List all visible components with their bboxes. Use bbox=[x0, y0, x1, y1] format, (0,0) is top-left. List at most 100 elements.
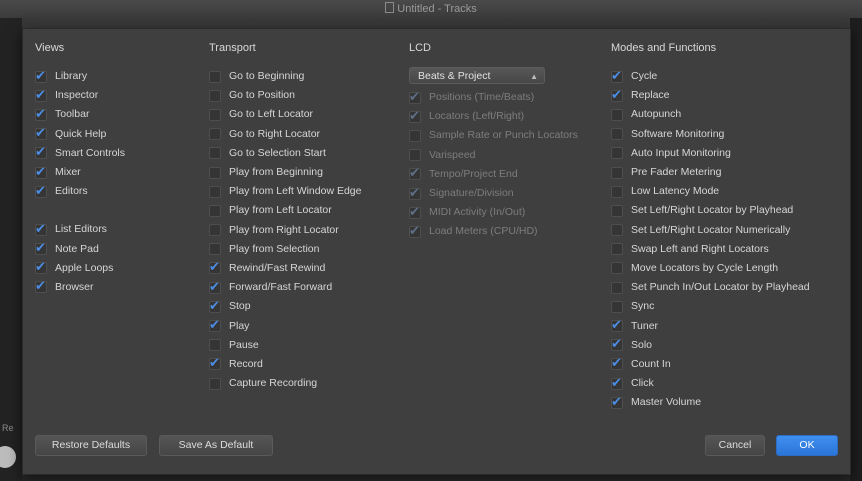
checkbox-row-toolbar[interactable]: Toolbar bbox=[35, 105, 205, 124]
checkbox-row-autopunch[interactable]: Autopunch bbox=[611, 105, 843, 124]
checkbox-unchecked-icon[interactable] bbox=[611, 281, 623, 294]
checkbox-row-smart-controls[interactable]: Smart Controls bbox=[35, 143, 205, 163]
checkbox-row-forward-fast-forward[interactable]: Forward/Fast Forward bbox=[209, 278, 399, 297]
checkbox-row-go-to-beginning[interactable]: Go to Beginning bbox=[209, 67, 399, 86]
checkbox-row-list-editors[interactable]: List Editors bbox=[35, 220, 205, 239]
checkbox-row-go-to-right-locator[interactable]: Go to Right Locator bbox=[209, 125, 399, 144]
checkbox-checked-icon[interactable] bbox=[35, 163, 47, 182]
checkbox-unchecked-icon[interactable] bbox=[409, 129, 421, 142]
checkbox-row-midi-activity-in-out[interactable]: MIDI Activity (In/Out) bbox=[409, 203, 609, 222]
checkbox-checked-icon[interactable] bbox=[409, 88, 421, 107]
checkbox-row-go-to-position[interactable]: Go to Position bbox=[209, 86, 399, 105]
checkbox-row-record[interactable]: Record bbox=[209, 354, 399, 374]
checkbox-checked-icon[interactable] bbox=[611, 335, 623, 354]
checkbox-checked-icon[interactable] bbox=[209, 258, 221, 277]
checkbox-checked-icon[interactable] bbox=[409, 164, 421, 183]
checkbox-checked-icon[interactable] bbox=[611, 354, 623, 373]
checkbox-row-low-latency-mode[interactable]: Low Latency Mode bbox=[611, 182, 843, 201]
checkbox-checked-icon[interactable] bbox=[611, 393, 623, 412]
checkbox-checked-icon[interactable] bbox=[611, 67, 623, 86]
checkbox-row-play-from-selection[interactable]: Play from Selection bbox=[209, 240, 399, 259]
checkbox-row-locators-left-right[interactable]: Locators (Left/Right) bbox=[409, 107, 609, 126]
checkbox-row-play[interactable]: Play bbox=[209, 316, 399, 335]
checkbox-checked-icon[interactable] bbox=[35, 182, 47, 201]
checkbox-row-play-from-left-window-edge[interactable]: Play from Left Window Edge bbox=[209, 182, 399, 201]
checkbox-unchecked-icon[interactable] bbox=[209, 108, 221, 121]
volume-knob-icon[interactable] bbox=[0, 446, 16, 468]
checkbox-row-play-from-left-locator[interactable]: Play from Left Locator bbox=[209, 201, 399, 220]
checkbox-checked-icon[interactable] bbox=[35, 105, 47, 124]
checkbox-row-note-pad[interactable]: Note Pad bbox=[35, 239, 205, 259]
checkbox-row-capture-recording[interactable]: Capture Recording bbox=[209, 374, 399, 393]
checkbox-unchecked-icon[interactable] bbox=[209, 89, 221, 102]
checkbox-row-sample-rate-or-punch-locators[interactable]: Sample Rate or Punch Locators bbox=[409, 126, 609, 145]
checkbox-checked-icon[interactable] bbox=[209, 278, 221, 297]
checkbox-row-varispeed[interactable]: Varispeed bbox=[409, 146, 609, 165]
checkbox-row-replace[interactable]: Replace bbox=[611, 86, 843, 105]
checkbox-unchecked-icon[interactable] bbox=[611, 224, 623, 237]
checkbox-unchecked-icon[interactable] bbox=[209, 128, 221, 141]
checkbox-checked-icon[interactable] bbox=[409, 203, 421, 222]
checkbox-row-click[interactable]: Click bbox=[611, 374, 843, 393]
checkbox-unchecked-icon[interactable] bbox=[611, 262, 623, 275]
checkbox-row-tuner[interactable]: Tuner bbox=[611, 316, 843, 335]
cancel-button[interactable]: Cancel bbox=[705, 435, 765, 456]
checkbox-checked-icon[interactable] bbox=[35, 239, 47, 258]
checkbox-checked-icon[interactable] bbox=[611, 374, 623, 393]
checkbox-unchecked-icon[interactable] bbox=[209, 70, 221, 83]
checkbox-row-tempo-project-end[interactable]: Tempo/Project End bbox=[409, 164, 609, 184]
checkbox-unchecked-icon[interactable] bbox=[611, 185, 623, 198]
checkbox-checked-icon[interactable] bbox=[209, 354, 221, 373]
checkbox-row-load-meters-cpu-hd[interactable]: Load Meters (CPU/HD) bbox=[409, 222, 609, 241]
checkbox-unchecked-icon[interactable] bbox=[209, 377, 221, 390]
checkbox-row-auto-input-monitoring[interactable]: Auto Input Monitoring bbox=[611, 144, 843, 163]
checkbox-row-library[interactable]: Library bbox=[35, 67, 205, 86]
checkbox-row-set-left-right-locator-numerically[interactable]: Set Left/Right Locator Numerically bbox=[611, 221, 843, 240]
checkbox-checked-icon[interactable] bbox=[35, 258, 47, 277]
checkbox-row-play-from-beginning[interactable]: Play from Beginning bbox=[209, 163, 399, 182]
checkbox-unchecked-icon[interactable] bbox=[611, 147, 623, 160]
checkbox-unchecked-icon[interactable] bbox=[611, 243, 623, 256]
checkbox-unchecked-icon[interactable] bbox=[209, 185, 221, 198]
checkbox-row-inspector[interactable]: Inspector bbox=[35, 86, 205, 105]
checkbox-checked-icon[interactable] bbox=[611, 86, 623, 105]
checkbox-checked-icon[interactable] bbox=[35, 124, 47, 143]
checkbox-checked-icon[interactable] bbox=[209, 297, 221, 316]
checkbox-checked-icon[interactable] bbox=[409, 184, 421, 203]
checkbox-unchecked-icon[interactable] bbox=[209, 147, 221, 160]
checkbox-checked-icon[interactable] bbox=[35, 220, 47, 239]
checkbox-row-mixer[interactable]: Mixer bbox=[35, 163, 205, 182]
checkbox-checked-icon[interactable] bbox=[409, 222, 421, 241]
checkbox-checked-icon[interactable] bbox=[35, 67, 47, 86]
ok-button[interactable]: OK bbox=[776, 435, 838, 456]
checkbox-unchecked-icon[interactable] bbox=[611, 166, 623, 179]
checkbox-row-signature-division[interactable]: Signature/Division bbox=[409, 184, 609, 203]
checkbox-unchecked-icon[interactable] bbox=[209, 166, 221, 179]
checkbox-unchecked-icon[interactable] bbox=[611, 108, 623, 121]
checkbox-row-software-monitoring[interactable]: Software Monitoring bbox=[611, 125, 843, 144]
checkbox-row-browser[interactable]: Browser bbox=[35, 277, 205, 297]
checkbox-row-swap-left-and-right-locators[interactable]: Swap Left and Right Locators bbox=[611, 240, 843, 259]
checkbox-checked-icon[interactable] bbox=[35, 277, 47, 296]
checkbox-row-go-to-left-locator[interactable]: Go to Left Locator bbox=[209, 105, 399, 124]
checkbox-row-move-locators-by-cycle-length[interactable]: Move Locators by Cycle Length bbox=[611, 259, 843, 278]
checkbox-checked-icon[interactable] bbox=[35, 86, 47, 105]
checkbox-checked-icon[interactable] bbox=[611, 316, 623, 335]
checkbox-row-editors[interactable]: Editors bbox=[35, 182, 205, 201]
checkbox-row-stop[interactable]: Stop bbox=[209, 297, 399, 316]
checkbox-checked-icon[interactable] bbox=[35, 143, 47, 162]
checkbox-row-cycle[interactable]: Cycle bbox=[611, 67, 843, 86]
checkbox-row-go-to-selection-start[interactable]: Go to Selection Start bbox=[209, 144, 399, 163]
checkbox-row-set-left-right-locator-by-playhead[interactable]: Set Left/Right Locator by Playhead bbox=[611, 201, 843, 220]
checkbox-row-apple-loops[interactable]: Apple Loops bbox=[35, 258, 205, 278]
checkbox-unchecked-icon[interactable] bbox=[611, 128, 623, 141]
checkbox-checked-icon[interactable] bbox=[209, 316, 221, 335]
checkbox-row-pause[interactable]: Pause bbox=[209, 336, 399, 355]
restore-defaults-button[interactable]: Restore Defaults bbox=[35, 435, 147, 456]
checkbox-row-quick-help[interactable]: Quick Help bbox=[35, 124, 205, 144]
checkbox-row-rewind-fast-rewind[interactable]: Rewind/Fast Rewind bbox=[209, 258, 399, 278]
checkbox-row-set-punch-in-out-locator-by-playhead[interactable]: Set Punch In/Out Locator by Playhead bbox=[611, 278, 843, 297]
checkbox-unchecked-icon[interactable] bbox=[409, 149, 421, 162]
checkbox-unchecked-icon[interactable] bbox=[611, 204, 623, 217]
checkbox-row-count-in[interactable]: Count In bbox=[611, 354, 843, 374]
